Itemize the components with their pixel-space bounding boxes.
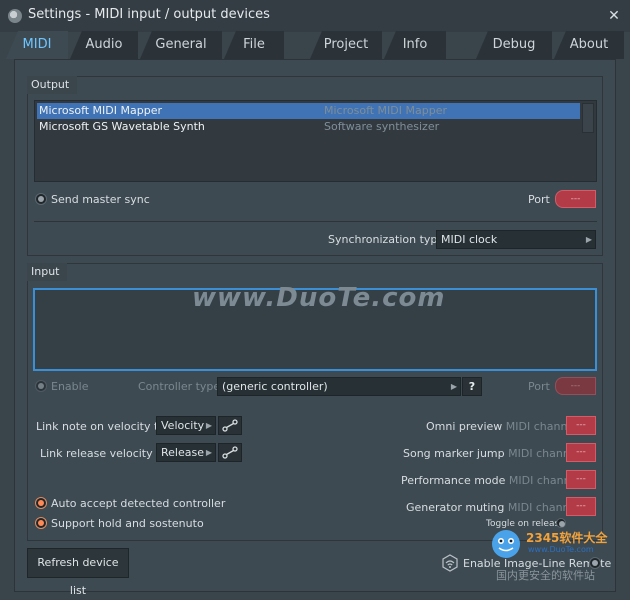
omni-preview-channel[interactable]: --- — [566, 416, 596, 435]
help-button[interactable]: ? — [462, 377, 482, 396]
output-port-selector[interactable]: --- — [555, 190, 596, 208]
performance-mode-channel[interactable]: --- — [566, 470, 596, 489]
tab-audio[interactable]: Audio — [70, 31, 138, 59]
song-marker-jump-text: Song marker jump — [403, 447, 505, 460]
device-description: Microsoft MIDI Mapper — [324, 104, 447, 117]
performance-mode-label: Performance mode MIDI channel — [401, 474, 580, 487]
chevron-right-icon: ▶ — [450, 382, 457, 391]
watermark-brand: 2345软件大全 — [526, 531, 608, 545]
device-description: Software synthesizer — [324, 120, 440, 133]
enable-input-radio[interactable] — [35, 380, 47, 392]
link-icon — [222, 446, 238, 459]
tab-debug[interactable]: Debug — [476, 31, 552, 59]
generator-muting-text: Generator muting — [406, 501, 505, 514]
tab-info[interactable]: Info — [384, 31, 446, 59]
generator-muting-label: Generator muting MIDI channel — [406, 501, 579, 514]
tab-project[interactable]: Project — [310, 31, 382, 59]
controller-type-label: Controller type — [138, 380, 221, 393]
scrollbar[interactable] — [582, 103, 594, 133]
link-note-velocity-value: Velocity — [161, 419, 205, 432]
link-note-velocity-label: Link note on velocity to — [36, 420, 166, 433]
tab-about[interactable]: About — [554, 31, 624, 59]
song-marker-jump-label: Song marker jump MIDI channel — [403, 447, 580, 460]
divider — [34, 221, 597, 222]
controller-type-dropdown[interactable]: (generic controller) ▶ — [217, 377, 461, 396]
link-release-velocity-label: Link release velocity to — [40, 447, 168, 460]
tab-midi[interactable]: MIDI — [6, 31, 68, 59]
app-logo-icon — [8, 9, 22, 23]
output-section-label: Output — [27, 76, 78, 94]
send-master-sync-label: Send master sync — [51, 193, 150, 206]
list-item[interactable]: Microsoft GS Wavetable Synth Software sy… — [37, 119, 580, 135]
send-master-sync-radio[interactable] — [35, 193, 47, 205]
performance-mode-text: Performance mode — [401, 474, 506, 487]
watermark-url: www.DuoTe.com — [528, 545, 594, 554]
input-port-selector[interactable]: --- — [555, 377, 596, 395]
window-title: Settings - MIDI input / output devices — [28, 7, 270, 22]
link-note-velocity-dropdown[interactable]: Velocity ▶ — [156, 416, 216, 435]
output-port-label: Port — [528, 193, 550, 206]
enable-input-label: Enable — [51, 380, 89, 393]
tab-file[interactable]: File — [224, 31, 284, 59]
generator-muting-channel[interactable]: --- — [566, 497, 596, 516]
link-icon — [222, 419, 238, 432]
sync-type-value: MIDI clock — [441, 233, 498, 246]
chevron-right-icon: ▶ — [205, 448, 212, 457]
device-name: Microsoft GS Wavetable Synth — [39, 120, 205, 133]
support-hold-radio[interactable] — [35, 517, 47, 529]
watermark-slogan: 国内更安全的软件站 — [496, 569, 595, 582]
song-marker-jump-channel[interactable]: --- — [566, 443, 596, 462]
link-note-connect-button[interactable] — [218, 416, 242, 435]
controller-type-value: (generic controller) — [222, 380, 328, 393]
watermark-logo: 2345软件大全 www.DuoTe.com 国内更安全的软件站 — [486, 525, 626, 585]
support-hold-label: Support hold and sostenuto — [51, 517, 204, 530]
refresh-device-list-button[interactable]: Refresh device list — [27, 548, 129, 597]
device-name: Microsoft MIDI Mapper — [39, 104, 162, 117]
link-release-velocity-value: Release — [161, 446, 204, 459]
tab-general[interactable]: General — [140, 31, 222, 59]
input-port-label: Port — [528, 380, 550, 393]
omni-preview-text: Omni preview — [426, 420, 503, 433]
chevron-right-icon: ▶ — [585, 235, 592, 244]
link-release-connect-button[interactable] — [218, 443, 242, 462]
input-section-label: Input — [27, 263, 68, 281]
link-release-velocity-dropdown[interactable]: Release ▶ — [156, 443, 216, 462]
watermark-text: www.DuoTe.com — [192, 283, 446, 313]
wifi-remote-icon — [441, 554, 459, 572]
close-icon[interactable]: ✕ — [606, 8, 622, 24]
sync-type-dropdown[interactable]: MIDI clock ▶ — [436, 230, 596, 249]
sync-type-label: Synchronization type — [328, 233, 445, 246]
chevron-right-icon: ▶ — [205, 421, 212, 430]
list-item[interactable]: Microsoft MIDI Mapper Microsoft MIDI Map… — [37, 103, 580, 119]
omni-preview-label: Omni preview MIDI channel — [426, 420, 577, 433]
auto-accept-label: Auto accept detected controller — [51, 497, 226, 510]
auto-accept-radio[interactable] — [35, 497, 47, 509]
output-device-list[interactable]: Microsoft MIDI Mapper Microsoft MIDI Map… — [34, 100, 597, 182]
mascot-icon — [492, 530, 520, 558]
